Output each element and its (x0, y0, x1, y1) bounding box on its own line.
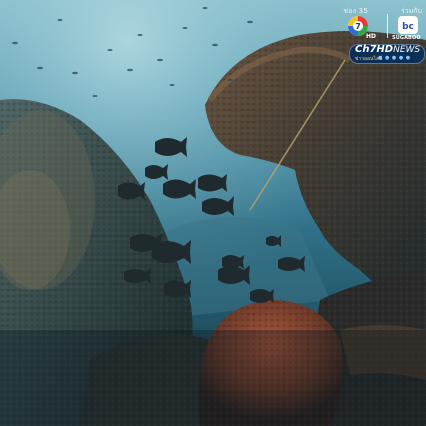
underwater-photo (0, 0, 426, 426)
underwater-scene: ช่อง 35 ร่วมกับ 7 HD bc SUGABOO Ch7HDNEW… (0, 0, 426, 426)
